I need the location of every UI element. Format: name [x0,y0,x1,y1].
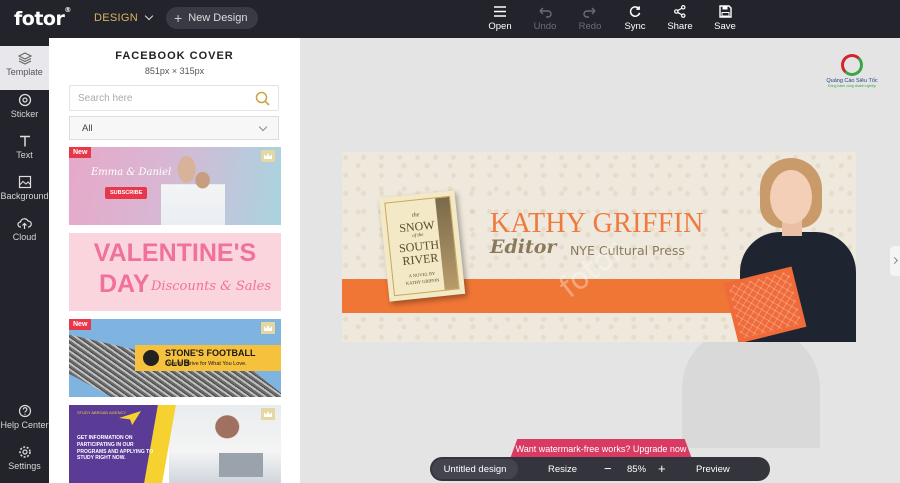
template-thumbnail-wedding[interactable]: New Emma & Daniel SUBSCRIBE [69,147,281,225]
preview-button[interactable]: Preview [696,464,730,475]
new-badge: New [69,319,92,330]
search-icon[interactable] [255,91,270,106]
share-button[interactable]: Share [657,5,703,32]
sync-icon [629,6,641,17]
save-icon [718,5,732,18]
settings-icon [18,446,31,458]
design-menu-label: DESIGN [94,12,138,24]
crown-icon [261,322,275,334]
football-icon [141,348,161,368]
sticker-icon [18,93,31,107]
template-thumbnail-study[interactable]: STUDY ABROAD AGENCY GET INFORMATION ON P… [69,405,281,483]
undo-icon [539,7,552,18]
new-design-label: New Design [188,12,248,24]
crown-icon [261,408,275,420]
rail-item-sticker[interactable]: Sticker [0,93,49,119]
text-icon [19,135,30,147]
collapse-right-panel-handle[interactable] [890,246,900,276]
cloud-upload-icon [17,218,32,229]
fotor-logo[interactable]: fotor® [14,6,71,30]
background-icon [18,175,31,189]
document-name[interactable]: Untitled design [432,459,518,479]
panel-title: FACEBOOK COVER [115,50,234,62]
resize-button[interactable]: Resize [548,464,577,475]
template-thumbnail-valentines[interactable]: VALENTINE'S DAY Discounts & Sales [69,233,281,311]
template-panel: FACEBOOK COVER 851px × 315px All New Emm… [49,38,300,483]
template-text: VALENTINE'S [93,239,257,267]
sync-button[interactable]: Sync [612,5,658,32]
rail-item-cloud[interactable]: Cloud [0,216,49,242]
redo-icon [583,7,596,18]
template-text: DAY [99,270,150,298]
template-text: STUDY ABROAD AGENCY [77,410,127,415]
canvas-area: Quảng Cáo Siêu Tốc Đồng hành cùng doanh … [300,38,900,483]
crown-icon [261,150,275,162]
template-text: Dare to Strive for What You Love. [165,361,247,367]
layers-icon [17,52,32,65]
chevron-down-icon [258,122,268,132]
sync-label: Sync [624,21,646,32]
laptop-image [219,453,263,477]
template-text: GET INFORMATION ON PARTICIPATING IN OUR … [77,435,154,462]
panel-size: 851px × 315px [144,66,205,76]
share-label: Share [667,21,693,32]
redo-button[interactable]: Redo [567,5,613,32]
upgrade-banner[interactable]: Want watermark-free works? Upgrade now [510,439,692,459]
portrait-photo[interactable] [723,152,856,342]
redo-label: Redo [578,21,602,32]
rail-label: Help Center [0,420,49,430]
template-thumbnail-football[interactable]: New STONE'S FOOTBALL CLUB Dare to Strive… [69,319,281,397]
brand-tagline: Đồng hành cùng doanh nghiệp [828,84,876,88]
rail-label: Sticker [10,109,39,119]
left-nav-rail: Template Sticker Text Background Cloud H… [0,38,49,483]
brand-logo-mark [841,54,863,76]
bottom-toolbar: Untitled design Resize − 85% + Preview [430,457,770,481]
facebook-cover-design[interactable]: the SNOW of the SOUTH RIVER A NOVEL BY K… [342,152,856,342]
rail-item-background[interactable]: Background [0,175,49,201]
rail-item-text[interactable]: Text [0,134,49,160]
save-label: Save [714,21,736,32]
category-value: All [82,123,93,134]
book-cover-image[interactable]: the SNOW of the SOUTH RIVER A NOVEL BY K… [378,190,466,302]
share-icon [674,5,686,18]
help-icon [18,404,31,418]
new-badge: New [69,147,92,158]
rail-item-help-center[interactable]: Help Center [0,404,49,430]
menu-icon [494,6,506,17]
undo-button[interactable]: Undo [522,5,568,32]
brand-logo: Quảng Cáo Siêu Tốc Đồng hành cùng doanh … [810,54,894,94]
top-bar: fotor® DESIGN + New Design Open Undo Red… [0,0,900,38]
rail-label: Text [16,150,33,160]
template-text: Discounts & Sales [151,279,272,294]
plus-icon: + [174,10,183,26]
save-button[interactable]: Save [702,5,748,32]
chevron-down-icon [144,11,154,21]
book-frame: the SNOW of the SOUTH RIVER A NOVEL BY K… [384,195,460,297]
template-text: SUBSCRIBE [105,187,148,199]
template-text: Emma & Daniel [91,167,172,178]
rail-label: Settings [8,461,41,471]
zoom-in-button[interactable]: + [658,461,666,476]
couple-photo [161,155,225,225]
template-search [69,85,279,111]
open-label: Open [488,21,512,32]
faded-figure [682,328,820,448]
open-button[interactable]: Open [477,5,523,32]
rail-label: Template [6,67,43,77]
search-input[interactable] [78,86,248,110]
cover-role-text[interactable]: Editor [490,236,556,258]
undo-label: Undo [533,21,557,32]
rail-item-settings[interactable]: Settings [0,445,49,471]
category-select[interactable]: All [69,116,279,140]
rail-label: Background [0,191,49,201]
new-design-button[interactable]: + New Design [166,7,258,29]
rail-item-template[interactable]: Template [0,46,49,90]
zoom-level: 85% [627,464,647,475]
design-menu[interactable]: DESIGN [94,11,154,24]
portrait-face [770,170,812,224]
rail-label: Cloud [12,232,37,242]
zoom-out-button[interactable]: − [604,461,612,476]
